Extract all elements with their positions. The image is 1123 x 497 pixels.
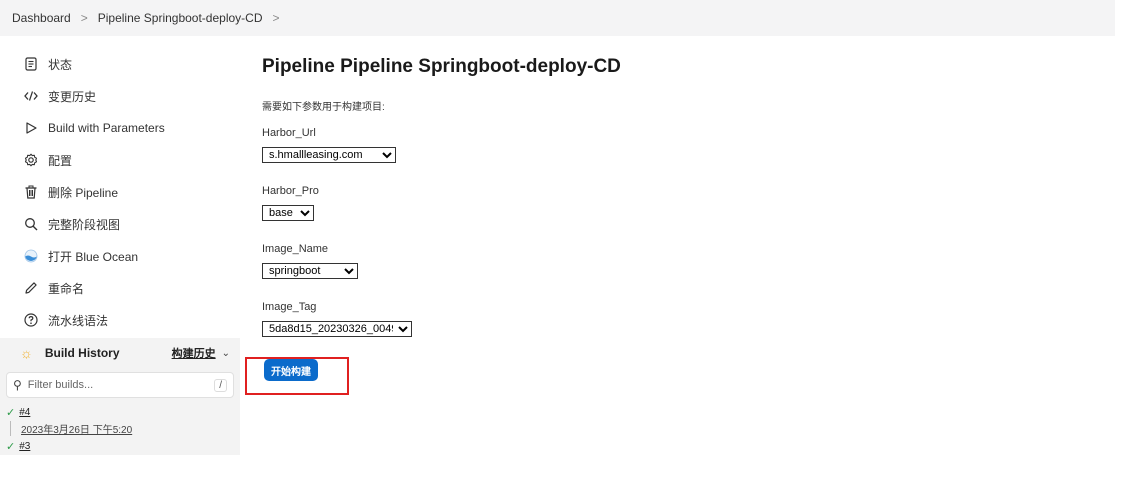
param-image-tag: Image_Tag 5da8d15_20230326_004940 <box>262 301 621 337</box>
gear-icon <box>24 153 38 167</box>
success-icon: ✓ <box>6 407 16 419</box>
sidebar-item-delete-pipeline[interactable]: 删除 Pipeline <box>0 176 240 208</box>
highlight-box <box>245 357 349 395</box>
build-link[interactable]: #4 <box>19 407 30 418</box>
code-icon <box>24 89 38 103</box>
sidebar-item-label: 删除 Pipeline <box>48 185 119 200</box>
filter-placeholder: Filter builds... <box>27 379 94 391</box>
search-icon <box>24 217 38 231</box>
sidebar-item-label: 变更历史 <box>48 89 97 104</box>
param-image-name: Image_Name springboot <box>262 243 621 279</box>
sidebar-item-rename[interactable]: 重命名 <box>0 272 240 304</box>
chevron-right-icon[interactable]: > <box>273 11 280 25</box>
harbor-pro-select[interactable]: base <box>262 205 314 221</box>
sidebar-item-label: 状态 <box>48 57 73 72</box>
sidebar-item-pipeline-syntax[interactable]: 流水线语法 <box>0 304 240 336</box>
sidebar: 状态 变更历史 Build with Parameters 配置 删除 Pipe… <box>0 48 240 455</box>
param-harbor-pro: Harbor_Pro base <box>262 185 621 221</box>
chevron-right-icon: > <box>80 11 88 25</box>
harbor-url-select[interactable]: s.hmallleasing.com <box>262 147 396 163</box>
build-link[interactable]: #3 <box>19 441 30 452</box>
page-title: Pipeline Pipeline Springboot-deploy-CD <box>262 56 621 77</box>
parameters-description: 需要如下参数用于构建项目: <box>262 102 385 113</box>
param-label: Image_Name <box>262 243 329 255</box>
trash-icon <box>24 185 38 199</box>
sidebar-item-label: 完整阶段视图 <box>48 217 121 232</box>
breadcrumb: Dashboard > Pipeline Springboot-deploy-C… <box>0 0 1115 36</box>
document-icon <box>24 57 38 71</box>
filter-wrap: ⚲ Filter builds... / <box>0 368 240 404</box>
sidebar-item-label: 配置 <box>48 153 73 168</box>
image-name-select[interactable]: springboot <box>262 263 358 279</box>
param-label: Harbor_Pro <box>262 185 319 197</box>
play-icon <box>24 121 38 135</box>
blue-ocean-icon <box>24 249 38 263</box>
sidebar-item-configure[interactable]: 配置 <box>0 144 240 176</box>
help-icon <box>24 313 38 327</box>
breadcrumb-pipeline[interactable]: Pipeline Springboot-deploy-CD <box>98 11 263 25</box>
list-item: ✓ #3 <box>6 440 234 453</box>
param-label: Image_Tag <box>262 301 317 313</box>
param-label: Harbor_Url <box>262 127 316 139</box>
pencil-icon <box>24 281 38 295</box>
sidebar-item-full-stage-view[interactable]: 完整阶段视图 <box>0 208 240 240</box>
sidebar-item-label: Build with Parameters <box>48 121 165 135</box>
search-icon: ⚲ <box>13 378 22 392</box>
build-history-header: ☼ Build History 构建历史 ⌄ <box>0 338 240 368</box>
breadcrumb-dashboard[interactable]: Dashboard <box>12 11 71 25</box>
sun-icon: ☼ <box>20 345 33 361</box>
sidebar-item-changes[interactable]: 变更历史 <box>0 80 240 112</box>
main-content: Pipeline Pipeline Springboot-deploy-CD 需… <box>262 56 621 381</box>
sidebar-item-label: 重命名 <box>48 281 85 296</box>
list-item: ✓ #4 <box>6 406 234 419</box>
sidebar-item-label: 打开 Blue Ocean <box>48 249 139 264</box>
sidebar-item-build-with-parameters[interactable]: Build with Parameters <box>0 112 240 144</box>
build-date[interactable]: 2023年3月26日 下午5:20 <box>10 421 234 436</box>
sidebar-item-blue-ocean[interactable]: 打开 Blue Ocean <box>0 240 240 272</box>
build-history-trend-link[interactable]: 构建历史 <box>172 345 216 361</box>
sidebar-item-label: 流水线语法 <box>48 313 109 328</box>
image-tag-select[interactable]: 5da8d15_20230326_004940 <box>262 321 412 337</box>
shortcut-hint: / <box>214 378 227 392</box>
build-list: ✓ #4 2023年3月26日 下午5:20 ✓ #3 <box>0 404 240 455</box>
filter-builds-input[interactable]: ⚲ Filter builds... / <box>6 372 234 398</box>
sidebar-item-status[interactable]: 状态 <box>0 48 240 80</box>
success-icon: ✓ <box>6 441 16 453</box>
build-history-title: Build History <box>44 346 120 360</box>
param-harbor-url: Harbor_Url s.hmallleasing.com <box>262 127 621 163</box>
chevron-down-icon[interactable]: ⌄ <box>222 348 230 359</box>
